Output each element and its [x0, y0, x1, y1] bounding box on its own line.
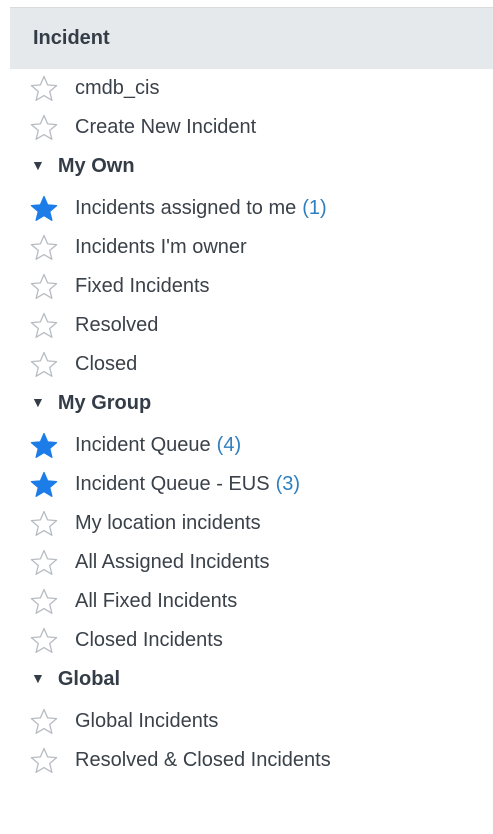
star-outline-icon[interactable]	[30, 312, 58, 339]
menu-item-fixed-incidents[interactable]: Fixed Incidents	[0, 267, 493, 306]
star-outline-icon[interactable]	[30, 588, 58, 615]
menu-item-all-fixed-incidents[interactable]: All Fixed Incidents	[0, 582, 493, 621]
menu-item-label: Closed Incidents	[75, 629, 223, 651]
star-outline-icon[interactable]	[30, 75, 58, 102]
menu-item-closed[interactable]: Closed	[0, 345, 493, 384]
section-header-my-own[interactable]: ▼ My Own	[0, 147, 493, 185]
star-outline-icon[interactable]	[30, 510, 58, 537]
star-outline-icon[interactable]	[30, 114, 58, 141]
section-header-global[interactable]: ▼ Global	[0, 660, 493, 698]
star-filled-icon[interactable]	[30, 195, 58, 222]
menu-item-create-new-incident[interactable]: Create New Incident	[0, 108, 493, 147]
star-filled-icon[interactable]	[30, 471, 58, 498]
menu-item-global-incidents[interactable]: Global Incidents	[0, 702, 493, 741]
caret-down-icon: ▼	[31, 394, 45, 410]
menu-item-label: Incident Queue - EUS	[75, 473, 270, 495]
menu-item-incident-queue-eus[interactable]: Incident Queue - EUS (3)	[0, 465, 493, 504]
menu-item-label: Closed	[75, 353, 138, 375]
menu-item-label: All Assigned Incidents	[75, 551, 270, 573]
module-title: Incident	[33, 27, 110, 49]
star-outline-icon[interactable]	[30, 708, 58, 735]
section-title: Global	[57, 667, 121, 690]
menu-item-all-assigned-incidents[interactable]: All Assigned Incidents	[0, 543, 493, 582]
menu-item-label: cmdb_cis	[75, 77, 160, 99]
menu-item-closed-incidents[interactable]: Closed Incidents	[0, 621, 493, 660]
star-outline-icon[interactable]	[30, 273, 58, 300]
menu-item-label: Resolved & Closed Incidents	[75, 749, 331, 771]
item-count: (1)	[302, 197, 327, 219]
menu-item-label: Incidents I'm owner	[75, 236, 247, 258]
module-header[interactable]: Incident	[10, 8, 493, 69]
menu-item-resolved-closed-incidents[interactable]: Resolved & Closed Incidents	[0, 741, 493, 780]
menu-item-label: All Fixed Incidents	[75, 590, 238, 612]
menu-item-incidents-assigned-to-me[interactable]: Incidents assigned to me (1)	[0, 189, 493, 228]
caret-down-icon: ▼	[31, 157, 45, 173]
menu-item-cmdb-cis[interactable]: cmdb_cis	[0, 69, 493, 108]
star-outline-icon[interactable]	[30, 627, 58, 654]
menu-item-label: Incident Queue	[75, 434, 211, 456]
menu-item-label: My location incidents	[75, 512, 261, 534]
section-header-my-group[interactable]: ▼ My Group	[0, 384, 493, 422]
module-menu: cmdb_cis Create New Incident ▼ My Own In…	[0, 69, 493, 780]
star-outline-icon[interactable]	[30, 747, 58, 774]
menu-item-label: Fixed Incidents	[75, 275, 210, 297]
item-count: (3)	[275, 473, 301, 495]
star-outline-icon[interactable]	[30, 549, 58, 576]
menu-item-my-location-incidents[interactable]: My location incidents	[0, 504, 493, 543]
menu-item-incidents-im-owner[interactable]: Incidents I'm owner	[0, 228, 493, 267]
menu-item-incident-queue[interactable]: Incident Queue (4)	[0, 426, 493, 465]
section-title: My Group	[57, 391, 152, 414]
menu-item-resolved[interactable]: Resolved	[0, 306, 493, 345]
caret-down-icon: ▼	[31, 670, 45, 686]
section-title: My Own	[57, 154, 135, 177]
menu-item-label: Create New Incident	[75, 116, 257, 138]
menu-item-label: Resolved	[75, 314, 159, 336]
menu-item-label: Global Incidents	[75, 710, 219, 732]
star-filled-icon[interactable]	[30, 432, 58, 459]
star-outline-icon[interactable]	[30, 351, 58, 378]
item-count: (4)	[216, 434, 242, 456]
star-outline-icon[interactable]	[30, 234, 58, 261]
menu-item-label: Incidents assigned to me	[75, 197, 297, 219]
